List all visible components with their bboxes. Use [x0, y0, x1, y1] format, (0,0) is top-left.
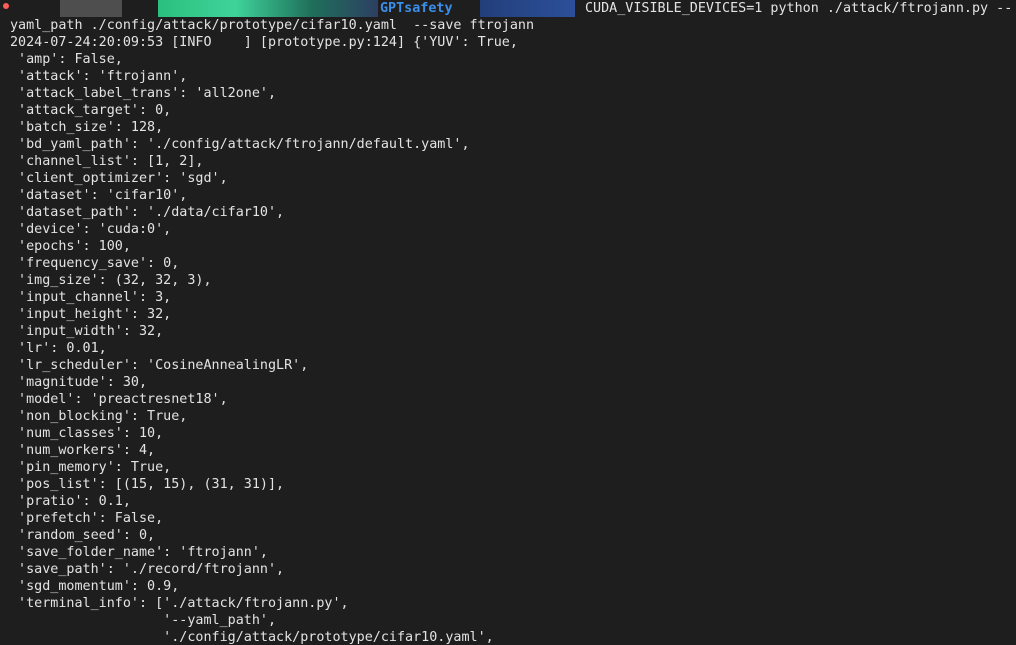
output-line: 'amp': False, [10, 52, 123, 67]
output-line: 'pin_memory': True, [10, 460, 172, 475]
output-line: './config/attack/prototype/cifar10.yaml'… [10, 630, 494, 645]
command-text: CUDA_VISIBLE_DEVICES=1 python ./attack/f… [585, 1, 1013, 16]
output-line: 'batch_size': 128, [10, 120, 164, 135]
prompt-line: GPTsafety CUDA_VISIBLE_DEVICES=1 python … [3, 0, 1016, 17]
output-line: 'attack_label_trans': 'all2one', [10, 86, 277, 101]
output-line: 'model': 'preactresnet18', [10, 392, 228, 407]
redacted-region [158, 0, 378, 17]
output-line: yaml_path ./config/attack/prototype/cifa… [10, 18, 535, 33]
output-line: 'num_classes': 10, [10, 426, 164, 441]
output-line: 'dataset_path': './data/cifar10', [10, 205, 285, 220]
output-line: 'img_size': (32, 32, 3), [10, 273, 212, 288]
prompt-status-icon [3, 3, 9, 9]
output-line: 'attack': 'ftrojann', [10, 69, 188, 84]
output-line: 'num_workers': 4, [10, 443, 156, 458]
output-line: 'epochs': 100, [10, 239, 131, 254]
output-line: 2024-07-24:20:09:53 [INFO ] [prototype.p… [10, 35, 518, 50]
output-line: 'client_optimizer': 'sgd', [10, 171, 228, 186]
output-line: '--yaml_path', [10, 613, 277, 628]
output-line: 'input_channel': 3, [10, 290, 172, 305]
output-line: 'random_seed': 0, [10, 528, 156, 543]
output-line: 'pos_list': [(15, 15), (31, 31)], [10, 477, 285, 492]
terminal-window[interactable]: GPTsafety CUDA_VISIBLE_DEVICES=1 python … [0, 0, 1016, 645]
output-line: 'terminal_info': ['./attack/ftrojann.py'… [10, 596, 349, 611]
output-line: 'dataset': 'cifar10', [10, 188, 188, 203]
output-line: 'non_blocking': True, [10, 409, 188, 424]
output-line: 'save_path': './record/ftrojann', [10, 562, 285, 577]
output-line: 'sgd_momentum': 0.9, [10, 579, 180, 594]
output-line: 'frequency_save': 0, [10, 256, 180, 271]
output-line: 'lr': 0.01, [10, 341, 107, 356]
output-line: 'save_folder_name': 'ftrojann', [10, 545, 268, 560]
output-line: 'device': 'cuda:0', [10, 222, 172, 237]
output-line: 'channel_list': [1, 2], [10, 154, 204, 169]
redacted-region [60, 0, 122, 17]
output-line: 'input_width': 32, [10, 324, 164, 339]
output-line: 'magnitude': 30, [10, 375, 148, 390]
conda-env-label: GPTsafety [380, 1, 453, 16]
output-line: 'lr_scheduler': 'CosineAnnealingLR', [10, 358, 309, 373]
output-line: 'input_height': 32, [10, 307, 172, 322]
output-line: 'bd_yaml_path': './config/attack/ftrojan… [10, 137, 470, 152]
redacted-region [480, 0, 575, 17]
output-line: 'prefetch': False, [10, 511, 164, 526]
output-line: 'attack_target': 0, [10, 103, 172, 118]
output-line: 'pratio': 0.1, [10, 494, 131, 509]
